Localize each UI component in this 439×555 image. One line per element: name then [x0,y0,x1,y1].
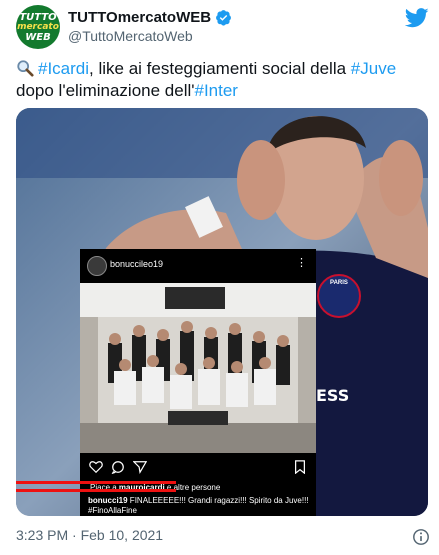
display-name[interactable]: TUTTOmercatoWEB [68,9,211,26]
account-handle[interactable]: @TuttoMercatoWeb [68,28,193,44]
jersey-text: ESS [316,386,350,405]
instagram-avatar [87,256,107,276]
club-badge-text: PARIS [330,280,348,286]
caption-text: FINALEEEEE!!! Grandi ragazzi!!! Spirito … [127,496,309,505]
verified-badge-icon [216,10,232,26]
instagram-caption: bonucci19 FINALEEEEE!!! Grandi ragazzi!!… [88,496,314,516]
tweet-text-segment: , like ai festeggiamenti social della [89,59,351,78]
caption-hashtag: #FinoAllaFine [88,506,137,515]
tweet-photo[interactable]: PARIS ESS bonuccileo19 ⋮ Piace a mauroic… [16,108,428,516]
twitter-bird-icon[interactable] [405,8,429,28]
tweet-card: TUTTO mercato WEB TUTTOmercatoWEB @Tutto… [0,0,439,555]
instagram-screenshot: bonuccileo19 ⋮ Piace a mauroicardi e alt… [80,249,316,516]
avatar-line-2: mercato [17,22,59,32]
magnifier-icon [17,60,34,77]
highlight-underline [16,481,176,484]
tweet-text: #Icardi, like ai festeggiamenti social d… [16,58,426,102]
hashtag-juve[interactable]: #Juve [351,59,396,78]
club-badge: PARIS [317,274,361,318]
info-icon[interactable] [412,528,430,546]
avatar[interactable]: TUTTO mercato WEB [16,5,60,49]
author-name-row[interactable]: TUTTOmercatoWEB [68,9,232,26]
highlight-underline [16,489,176,492]
caption-user: bonucci19 [88,496,128,505]
instagram-header: bonuccileo19 ⋮ [80,249,316,283]
comment-icon [111,461,124,474]
share-icon [133,461,147,474]
bookmark-icon [295,460,305,474]
instagram-username: bonuccileo19 [110,259,164,269]
locker-room-photo [80,283,316,453]
heart-icon [89,461,103,474]
tweet-timestamp[interactable]: 3:23 PM · Feb 10, 2021 [16,527,163,543]
instagram-actions [80,456,316,478]
instagram-post-photo [80,283,316,453]
hashtag-inter[interactable]: #Inter [195,81,238,100]
hashtag-icardi[interactable]: #Icardi [38,59,89,78]
more-options-icon: ⋮ [296,257,307,269]
avatar-line-3: WEB [25,32,51,43]
tweet-text-segment: dopo l'eliminazione dell' [16,81,195,100]
